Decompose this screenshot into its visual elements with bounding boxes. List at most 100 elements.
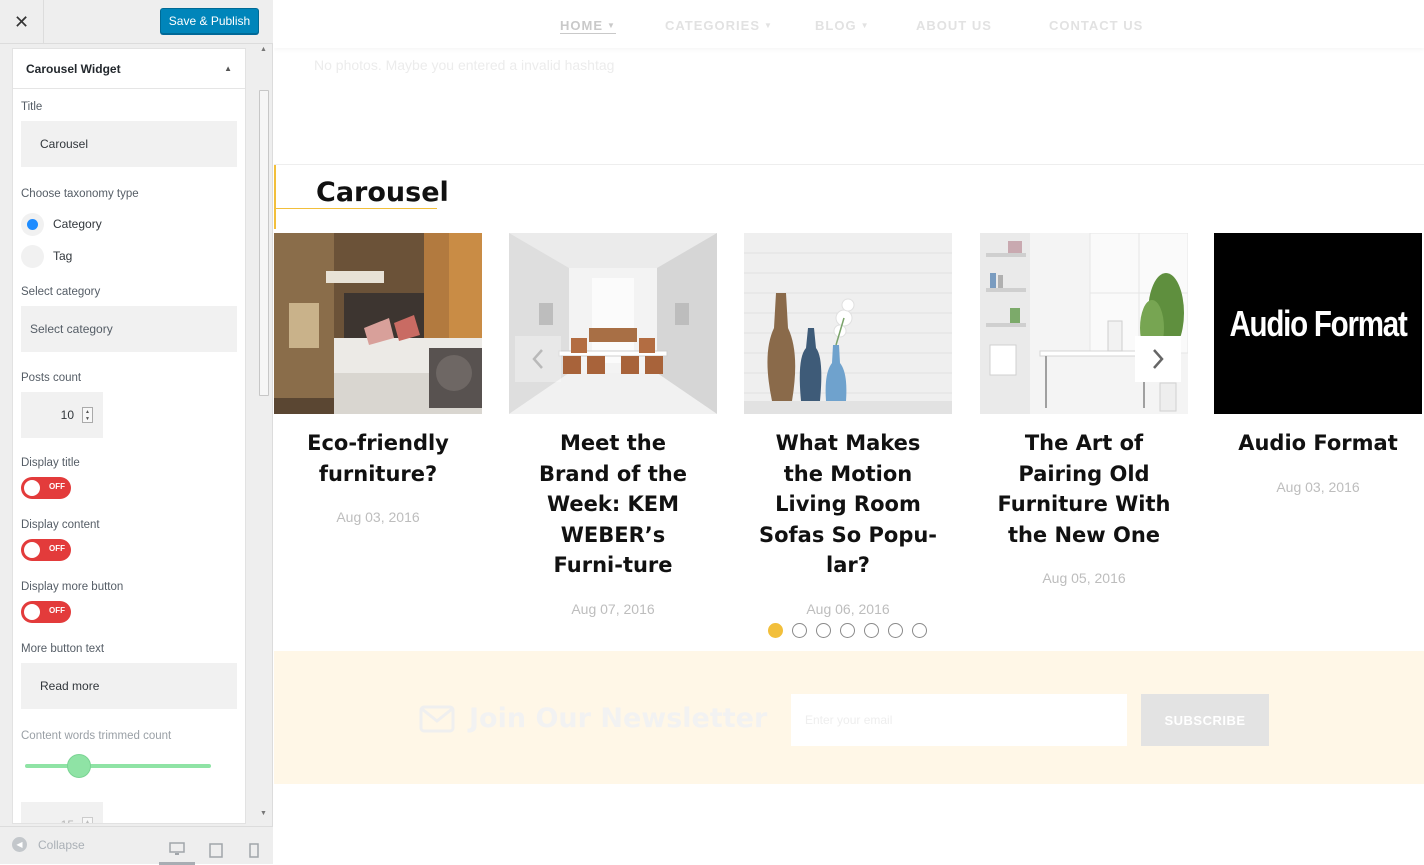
close-button[interactable]: ✕ <box>0 0 44 44</box>
widget-panel-header[interactable]: Carousel Widget ▲ <box>13 49 245 89</box>
tag-radio[interactable] <box>21 244 44 268</box>
subscribe-button[interactable]: SUBSCRIBE <box>1141 694 1269 746</box>
taxonomy-type-label: Choose taxonomy type <box>21 188 139 200</box>
carousel-card[interactable]: Audio Format Audio Format Aug 03, 2016 <box>1214 233 1422 495</box>
posts-count-input[interactable]: 10 ▲ ▼ <box>21 392 103 438</box>
carousel-widget-panel: Carousel Widget ▲ Title Carousel Choose … <box>12 48 246 824</box>
carousel-heading: Carousel <box>274 164 1424 229</box>
pagination-dot[interactable] <box>792 623 807 638</box>
customizer-topbar: ✕ Save & Publish <box>0 0 273 44</box>
nav-item-contact-us[interactable]: CONTACT US <box>1049 18 1143 33</box>
posts-count-label: Posts count <box>21 372 82 384</box>
nav-item-categories[interactable]: CATEGORIES ▼ <box>665 18 773 33</box>
carousel-card[interactable]: What Makes the Motion Living Room Sofas … <box>744 233 952 617</box>
post-title[interactable]: Audio Format <box>1214 428 1422 459</box>
sidebar-scrollbar[interactable]: ▲ ▼ <box>257 44 271 824</box>
title-field-label: Title <box>21 101 43 113</box>
nav-label: BLOG <box>815 18 857 33</box>
number-spinner-icon[interactable]: ▲▼ <box>82 407 93 423</box>
post-date: Aug 05, 2016 <box>1042 570 1126 586</box>
post-title[interactable]: What Makes the Motion Living Room Sofas … <box>744 428 952 581</box>
slider-thumb[interactable] <box>67 754 91 778</box>
radio-selected-dot <box>27 218 38 230</box>
chevron-right-icon <box>1153 349 1164 369</box>
pagination-dot[interactable] <box>888 623 903 638</box>
category-select[interactable]: Select category <box>21 306 237 352</box>
post-title[interactable]: Eco-friendly furniture? <box>274 428 482 489</box>
tablet-preview-button[interactable] <box>198 835 234 865</box>
widget-panel-title: Carousel Widget <box>26 61 121 76</box>
close-icon: ✕ <box>13 11 30 32</box>
toggle-knob <box>24 480 40 496</box>
trim-count-label: Content words trimmed count <box>21 730 172 742</box>
envelope-icon <box>419 705 455 732</box>
chevron-down-icon: ▼ <box>764 21 773 30</box>
carousel-card[interactable]: The Art of Pairing Old Furniture With th… <box>980 233 1188 586</box>
newsletter-title: Join Our Newsletter <box>469 703 768 734</box>
collapse-triangle-icon[interactable]: ▲ <box>224 64 232 73</box>
carousel-pagination <box>768 623 927 638</box>
trim-count-input[interactable]: 15 ▲▼ <box>21 802 103 823</box>
display-content-toggle[interactable]: OFF <box>21 539 71 561</box>
post-image-audio-format[interactable]: Audio Format <box>1214 233 1422 414</box>
display-title-toggle[interactable]: OFF <box>21 477 71 499</box>
desktop-preview-button[interactable] <box>159 835 195 865</box>
post-image-bedroom[interactable] <box>274 233 482 414</box>
number-spinner-icon[interactable]: ▲▼ <box>82 817 93 823</box>
collapse-button[interactable]: ◀ Collapse <box>12 837 85 852</box>
site-preview: HOME ▼ CATEGORIES ▼ BLOG ▼ ABOUT US CONTACT… <box>274 0 1424 864</box>
collapse-arrow-icon: ◀ <box>12 837 27 852</box>
chevron-left-icon <box>532 349 543 369</box>
post-image-white-hall[interactable] <box>509 233 717 414</box>
tablet-icon <box>209 842 223 858</box>
post-date: Aug 03, 2016 <box>1276 478 1360 495</box>
display-content-label: Display content <box>21 519 100 531</box>
taxonomy-option-category[interactable]: Category <box>21 208 237 240</box>
scroll-up-icon[interactable]: ▲ <box>260 46 267 53</box>
category-radio[interactable] <box>21 212 44 236</box>
post-image-vases[interactable] <box>744 233 952 414</box>
tag-radio-label: Tag <box>53 249 73 263</box>
pagination-dot[interactable] <box>840 623 855 638</box>
slider-track <box>25 764 211 768</box>
more-button-text-input[interactable]: Read more <box>21 663 237 709</box>
display-title-label: Display title <box>21 457 80 469</box>
toggle-knob <box>24 604 40 620</box>
pagination-dot[interactable] <box>768 623 783 638</box>
pagination-dot[interactable] <box>912 623 927 638</box>
heading-accent-bar <box>274 165 276 229</box>
taxonomy-option-tag[interactable]: Tag <box>21 240 237 272</box>
trim-count-value: 15 <box>61 818 74 823</box>
display-more-button-toggle[interactable]: OFF <box>21 601 71 623</box>
newsletter-heading: Join Our Newsletter <box>419 703 767 734</box>
carousel-card[interactable]: Meet the Brand of the Week: KEM WEBER’s … <box>509 233 717 617</box>
instagram-empty-message: No photos. Maybe you entered a invalid h… <box>314 57 615 73</box>
post-title[interactable]: The Art of Pairing Old Furniture With th… <box>980 428 1188 550</box>
newsletter-email-input[interactable]: Enter your email <box>791 694 1127 746</box>
carousel-card[interactable]: Eco-friendly furniture? Aug 03, 2016 <box>274 233 482 525</box>
post-date: Aug 03, 2016 <box>336 509 420 525</box>
nav-item-home[interactable]: HOME ▼ <box>560 18 616 34</box>
category-radio-label: Category <box>53 217 102 231</box>
pagination-dot[interactable] <box>816 623 831 638</box>
post-image-desk[interactable] <box>980 233 1188 414</box>
post-title[interactable]: Meet the Brand of the Week: KEM WEBER’s … <box>509 428 717 581</box>
newsletter-section: Join Our Newsletter Enter your email SUB… <box>274 651 1424 784</box>
heading-underline <box>274 208 437 209</box>
select-category-label: Select category <box>21 286 101 298</box>
save-publish-button[interactable]: Save & Publish <box>160 8 259 34</box>
title-input[interactable]: Carousel <box>21 121 237 167</box>
nav-item-blog[interactable]: BLOG ▼ <box>815 18 869 33</box>
customizer-sidebar: ✕ Save & Publish Carousel Widget ▲ Title… <box>0 0 273 865</box>
main-navigation: HOME ▼ CATEGORIES ▼ BLOG ▼ ABOUT US CONTACT… <box>274 0 1424 48</box>
posts-count-value: 10 <box>60 408 74 422</box>
scrollbar-thumb[interactable] <box>259 90 269 396</box>
carousel-prev-button[interactable] <box>515 336 561 382</box>
nav-label: CATEGORIES <box>665 18 760 33</box>
trim-count-slider[interactable] <box>25 754 211 778</box>
mobile-preview-button[interactable] <box>236 835 272 865</box>
carousel-next-button[interactable] <box>1135 336 1181 382</box>
pagination-dot[interactable] <box>864 623 879 638</box>
nav-item-about-us[interactable]: ABOUT US <box>916 18 992 33</box>
scroll-down-icon[interactable]: ▼ <box>260 810 267 817</box>
